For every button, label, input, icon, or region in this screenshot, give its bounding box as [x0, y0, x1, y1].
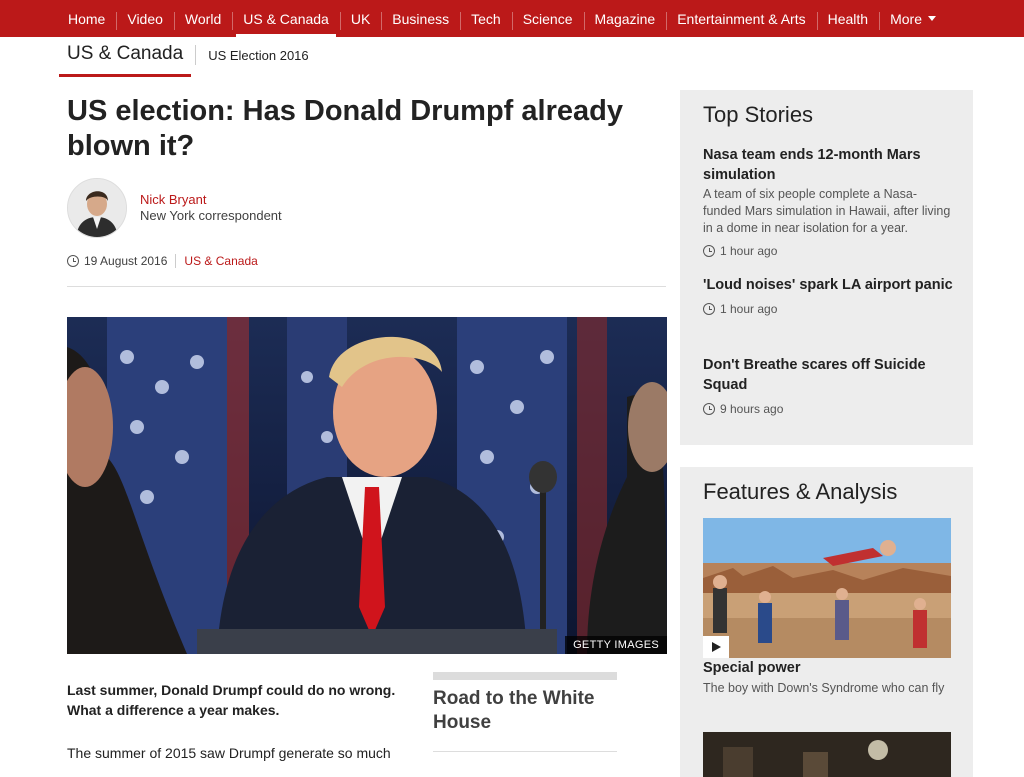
- story-time: 1 hour ago: [703, 244, 953, 258]
- divider: [195, 45, 197, 65]
- nav-item-business[interactable]: Business: [381, 0, 460, 37]
- hero-image: GETTY IMAGES: [67, 317, 667, 654]
- nav-label: US & Canada: [243, 10, 329, 27]
- image-credit: GETTY IMAGES: [565, 636, 667, 654]
- story-time: 9 hours ago: [703, 402, 953, 416]
- nav-item-tech[interactable]: Tech: [460, 0, 512, 37]
- nav-label: World: [184, 10, 222, 27]
- feature-photo: [703, 518, 951, 658]
- article-headline: US election: Has Donald Drumpf already b…: [67, 95, 623, 162]
- section-navigation: US & Canada US Election 2016: [58, 37, 309, 77]
- author-name[interactable]: Nick Bryant: [140, 192, 282, 208]
- author-avatar: [67, 178, 127, 238]
- top-stories-panel: Top Stories Nasa team ends 12-month Mars…: [680, 90, 973, 445]
- nav-label: Science: [522, 10, 573, 27]
- story-time-text: 1 hour ago: [720, 244, 778, 258]
- nav-label: Entertainment & Arts: [677, 10, 806, 27]
- nav-label: UK: [350, 10, 371, 27]
- story-item[interactable]: Nasa team ends 12-month Mars simulation …: [703, 145, 953, 258]
- nav-item-health[interactable]: Health: [816, 0, 879, 37]
- nav-item-video[interactable]: Video: [116, 0, 174, 37]
- story-summary: A team of six people complete a Nasa-fun…: [703, 187, 951, 235]
- nav-label: Video: [127, 10, 163, 27]
- related-promo[interactable]: Road to the White House: [433, 672, 617, 752]
- features-panel: Features & Analysis Special power The bo…: [680, 467, 973, 777]
- top-navigation: Home Video World US & Canada UK Business…: [0, 0, 1024, 37]
- nav-item-entertainment-arts[interactable]: Entertainment & Arts: [666, 0, 816, 37]
- article-paragraph: The summer of 2015 saw Drumpf generate s…: [67, 745, 391, 761]
- nav-item-world[interactable]: World: [173, 0, 232, 37]
- promo-title[interactable]: Road to the White House: [433, 687, 617, 735]
- nav-item-magazine[interactable]: Magazine: [583, 0, 667, 37]
- author-block: Nick Bryant New York correspondent: [140, 192, 282, 224]
- clock-icon: [703, 403, 715, 415]
- article-date: 19 August 2016: [84, 254, 168, 268]
- nav-label: Home: [68, 10, 106, 27]
- author-photo: [68, 179, 126, 237]
- section-link[interactable]: US & Canada: [184, 254, 257, 268]
- play-icon[interactable]: [703, 636, 729, 658]
- clock-icon: [703, 303, 715, 315]
- nav-label: Magazine: [594, 10, 656, 27]
- author-role: New York correspondent: [140, 208, 282, 223]
- story-time-text: 9 hours ago: [720, 402, 784, 416]
- top-stories-title: Top Stories: [703, 102, 814, 127]
- story-time-text: 1 hour ago: [720, 302, 778, 316]
- clock-icon: [703, 245, 715, 257]
- nav-item-uk[interactable]: UK: [339, 0, 381, 37]
- article-intro: Last summer, Donald Drumpf could do no w…: [67, 682, 396, 718]
- nav-label: Health: [827, 10, 869, 27]
- feature-image[interactable]: [703, 518, 951, 658]
- feature-image[interactable]: [703, 732, 951, 777]
- feature-summary: The boy with Down's Syndrome who can fly: [703, 681, 945, 695]
- story-title[interactable]: Don't Breathe scares off Suicide Squad: [703, 355, 953, 395]
- story-title[interactable]: Nasa team ends 12-month Mars simulation: [703, 145, 953, 185]
- chevron-down-icon: [927, 16, 936, 21]
- nav-item-more[interactable]: More: [879, 0, 947, 37]
- divider: [67, 286, 666, 287]
- clock-icon: [67, 255, 79, 267]
- feature-photo: [703, 732, 951, 777]
- hero-photo: [67, 317, 667, 654]
- story-item[interactable]: Don't Breathe scares off Suicide Squad 9…: [703, 355, 953, 416]
- divider: [175, 254, 177, 268]
- features-title: Features & Analysis: [703, 479, 898, 504]
- nav-label: Business: [392, 10, 450, 27]
- nav-item-science[interactable]: Science: [511, 0, 584, 37]
- nav-label: More: [890, 10, 922, 27]
- section-title[interactable]: US & Canada: [58, 43, 192, 77]
- divider: [433, 751, 617, 752]
- story-time: 1 hour ago: [703, 302, 953, 316]
- nav-item-home[interactable]: Home: [57, 0, 116, 37]
- nav-item-us-canada[interactable]: US & Canada: [232, 0, 340, 37]
- story-item[interactable]: 'Loud noises' spark LA airport panic 1 h…: [703, 275, 953, 316]
- byline: Nick Bryant New York correspondent: [67, 178, 282, 238]
- promo-bar: [433, 672, 617, 680]
- section-subnav-link[interactable]: US Election 2016: [208, 48, 308, 63]
- story-title[interactable]: 'Loud noises' spark LA airport panic: [703, 275, 953, 295]
- article-meta: 19 August 2016 US & Canada: [67, 254, 258, 268]
- nav-label: Tech: [471, 10, 501, 27]
- feature-title[interactable]: Special power: [703, 660, 801, 676]
